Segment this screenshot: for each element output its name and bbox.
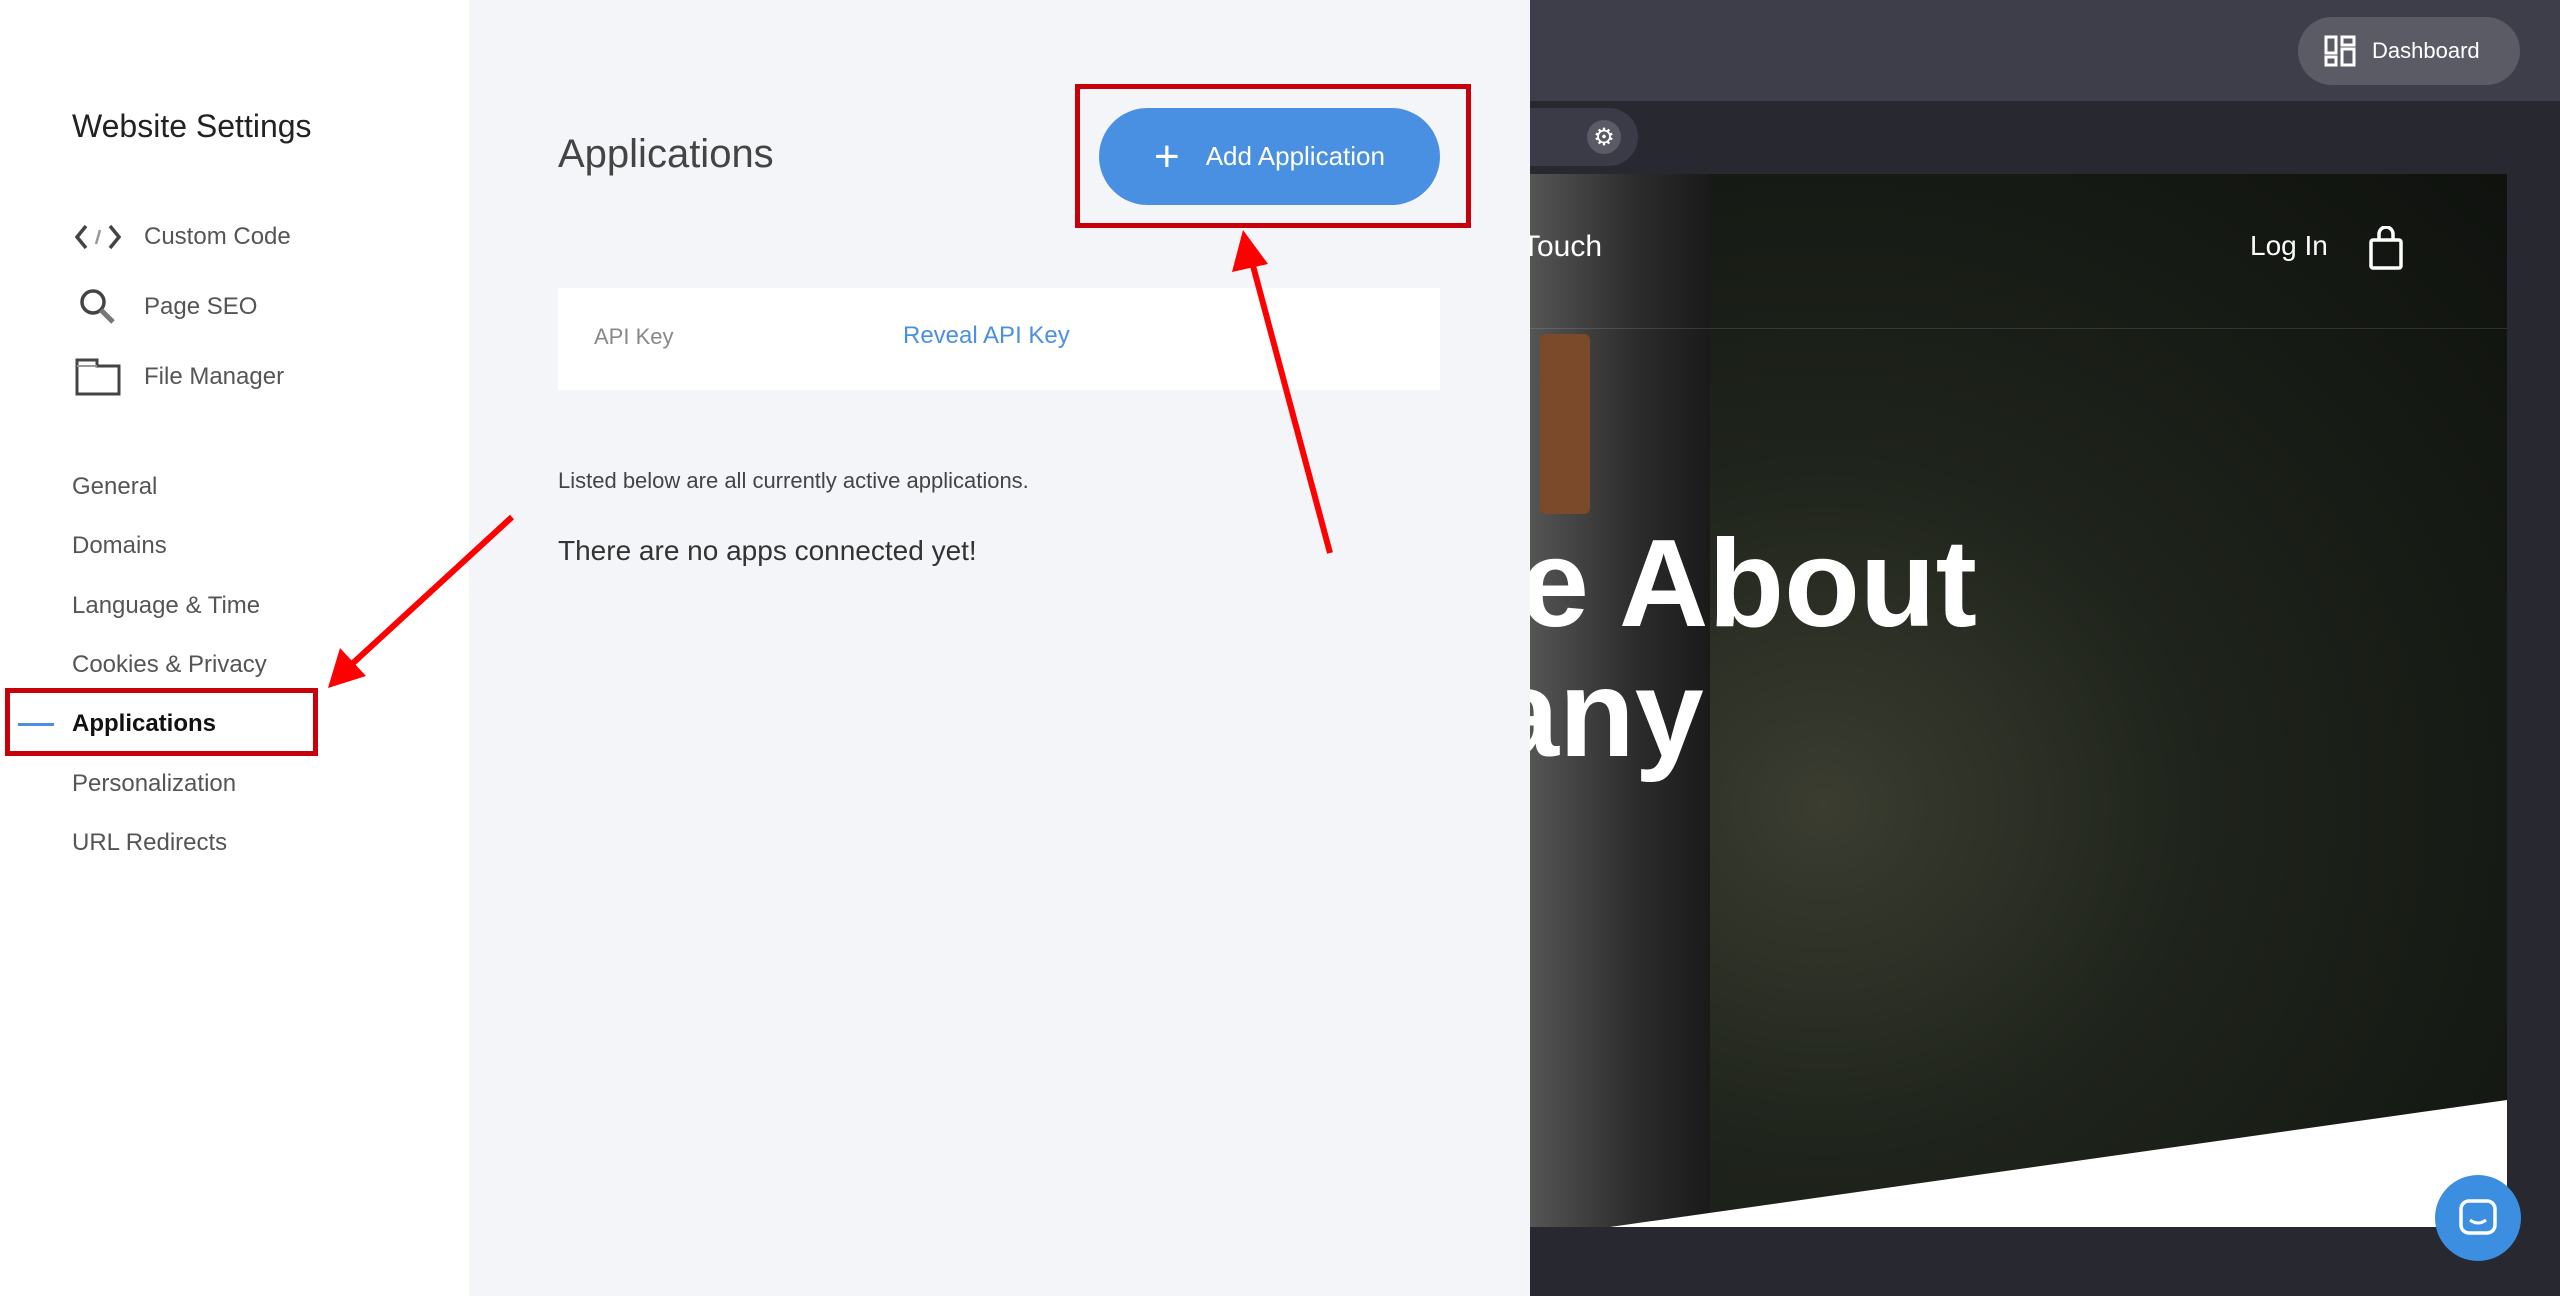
- preview-diagonal-shape: [1610, 1100, 2507, 1227]
- preview-toolbar-pill: [1530, 108, 1638, 166]
- sidebar-tool-page-seo[interactable]: Page SEO: [72, 287, 257, 327]
- sidebar-title: Website Settings: [72, 108, 312, 144]
- folder-icon: [72, 357, 124, 397]
- sidebar-item-cookies-privacy[interactable]: Cookies & Privacy: [72, 651, 267, 679]
- sidebar-item-personalization[interactable]: Personalization: [72, 770, 236, 798]
- page-title: Applications: [558, 132, 774, 176]
- sidebar-tool-custom-code[interactable]: Custom Code: [72, 217, 291, 257]
- dashboard-label: Dashboard: [2372, 38, 2480, 63]
- sidebar-item-domains[interactable]: Domains: [72, 532, 167, 560]
- sidebar-item-language-time[interactable]: Language & Time: [72, 592, 260, 620]
- website-preview: Touch Log In e About any: [1530, 174, 2507, 1227]
- sidebar-tool-label: File Manager: [144, 363, 285, 390]
- empty-state-text: There are no apps connected yet!: [558, 535, 977, 566]
- settings-sidebar: Website Settings Custom Code Page SEO Fi…: [0, 0, 469, 1296]
- sidebar-tool-label: Custom Code: [144, 223, 291, 250]
- sidebar-item-general[interactable]: General: [72, 473, 157, 501]
- sidebar-tool-label: Page SEO: [144, 293, 258, 320]
- search-icon: [72, 287, 124, 327]
- code-icon: [72, 217, 124, 257]
- annotation-box-applications: [5, 688, 318, 756]
- apps-description: Listed below are all currently active ap…: [558, 468, 1029, 493]
- annotation-box-add-application: [1075, 84, 1471, 228]
- api-key-label: API Key: [594, 324, 674, 349]
- chat-icon: [2459, 1199, 2497, 1235]
- dashboard-icon: [2324, 35, 2356, 67]
- reveal-api-key-link[interactable]: Reveal API Key: [903, 322, 1070, 350]
- sidebar-tool-file-manager[interactable]: File Manager: [72, 357, 284, 397]
- dashboard-button[interactable]: Dashboard: [2298, 17, 2520, 85]
- chat-widget-button[interactable]: [2435, 1175, 2521, 1261]
- sidebar-item-url-redirects[interactable]: URL Redirects: [72, 829, 227, 857]
- api-key-card: API Key Reveal API Key: [558, 288, 1440, 390]
- gear-icon[interactable]: ⚙: [1587, 120, 1621, 154]
